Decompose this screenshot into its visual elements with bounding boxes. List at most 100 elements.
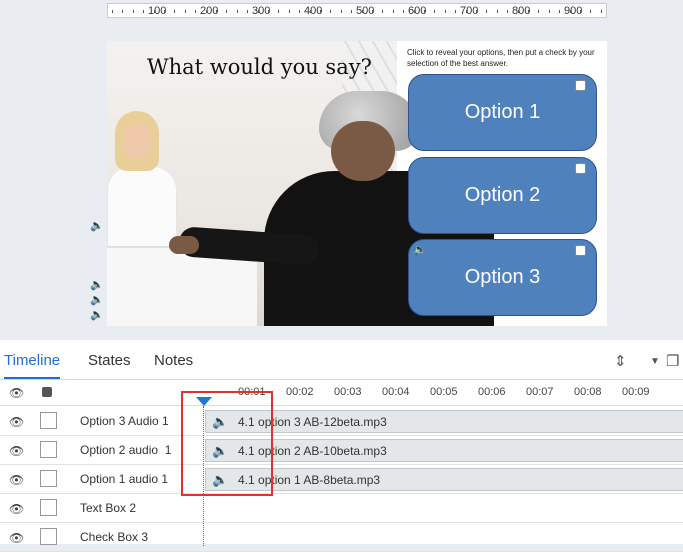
time-label: 00:03 [334, 386, 362, 398]
tab-notes[interactable]: Notes [154, 352, 193, 369]
ruler-tick [112, 10, 113, 13]
lock-checkbox[interactable] [40, 499, 57, 516]
ruler-tick [205, 10, 207, 13]
option-2-label: Option 2 [464, 184, 541, 206]
option-1-checkbox[interactable] [575, 80, 586, 91]
tab-states[interactable]: States [88, 352, 131, 369]
ruler-tick [268, 10, 269, 13]
option-3-button[interactable]: Option 3 [408, 239, 597, 316]
ruler-tick [361, 10, 363, 13]
option-3-label: Option 3 [464, 266, 541, 288]
ruler-tick [216, 10, 217, 13]
timeline-row[interactable]: 👁 Check Box 3 [0, 523, 683, 552]
speaker-icon[interactable]: 🔈 [90, 278, 104, 291]
ruler-tick [392, 10, 394, 13]
audio-clip[interactable]: 🔈 4.1 option 3 AB-12beta.mp3 [205, 410, 683, 433]
ruler-tick [548, 10, 550, 13]
ruler-tick [226, 10, 228, 13]
ruler-tick [184, 10, 186, 13]
ruler-tick [247, 10, 249, 13]
restore-window-icon[interactable]: ❐ [666, 352, 679, 370]
receptionist-face [123, 123, 151, 159]
ruler-tick [424, 10, 425, 13]
ruler-tick [132, 10, 134, 13]
layer-name[interactable]: Option 2 audio 1 [80, 443, 171, 457]
timeline-row[interactable]: 👁 Option 3 Audio 1 🔈 4.1 option 3 AB-12b… [0, 407, 683, 436]
time-label: 00:05 [430, 386, 458, 398]
layer-name[interactable]: Check Box 3 [80, 530, 148, 544]
ruler-tick [538, 10, 540, 13]
slide-canvas[interactable]: What would you say? Click to reveal your… [107, 41, 607, 326]
ruler-tick [517, 10, 519, 13]
lock-checkbox[interactable] [40, 470, 57, 487]
eye-icon[interactable]: 👁 [9, 444, 24, 458]
ruler-tick [320, 10, 321, 13]
horizontal-ruler: 100 200 300 400 500 600 700 800 900 [107, 3, 607, 18]
lock-icon[interactable] [42, 387, 52, 397]
chevron-down-icon[interactable]: ▼ [650, 356, 660, 367]
layer-name[interactable]: Option 1 audio 1 [80, 472, 168, 486]
ruler-tick [195, 10, 197, 13]
ruler-tick [465, 10, 467, 13]
character-hand [169, 236, 199, 254]
ruler-tick [434, 10, 436, 13]
time-label: 00:02 [286, 386, 314, 398]
lock-checkbox[interactable] [40, 441, 57, 458]
speaker-icon[interactable]: 🔈 [90, 308, 104, 321]
instruction-text[interactable]: Click to reveal your options, then put a… [407, 47, 603, 69]
option-3-checkbox[interactable] [575, 245, 586, 256]
ruler-tick [309, 10, 311, 13]
timeline-row[interactable]: 👁 Option 2 audio 1 🔈 4.1 option 2 AB-10b… [0, 436, 683, 465]
ruler-tick [413, 10, 415, 13]
ruler-tick [382, 10, 384, 13]
time-label: 00:04 [382, 386, 410, 398]
tab-timeline[interactable]: Timeline [4, 352, 61, 379]
timeline-row[interactable]: 👁 Text Box 2 [0, 494, 683, 523]
highlight-box [181, 391, 273, 496]
ruler-tick [600, 10, 602, 13]
time-label: 00:06 [478, 386, 506, 398]
layer-name[interactable]: Option 3 Audio 1 [80, 414, 169, 428]
ruler-tick [496, 10, 498, 13]
character-face [331, 121, 395, 181]
timeline-header: 👁 00:01 00:02 00:03 00:04 00:05 00:06 00… [0, 380, 683, 406]
ruler-tick [288, 10, 290, 13]
eye-icon[interactable]: 👁 [9, 473, 24, 487]
ruler-tick [476, 10, 477, 13]
ruler-tick [444, 10, 446, 13]
eye-icon[interactable]: 👁 [9, 415, 24, 429]
speaker-icon[interactable]: 🔈 [413, 243, 427, 256]
ruler-tick [164, 10, 165, 13]
ruler-tick [236, 10, 238, 13]
ruler-tick [528, 10, 529, 13]
ruler-tick [278, 10, 280, 13]
eye-icon[interactable]: 👁 [9, 531, 24, 545]
option-1-label: Option 1 [464, 101, 541, 123]
ruler-tick [174, 10, 176, 13]
option-2-checkbox[interactable] [575, 163, 586, 174]
lock-checkbox[interactable] [40, 528, 57, 545]
receptionist-figure [107, 166, 177, 256]
ruler-tick [559, 10, 561, 13]
eye-icon[interactable]: 👁 [9, 502, 24, 516]
ruler-tick [590, 10, 592, 13]
eye-icon[interactable]: 👁 [9, 386, 24, 400]
speaker-icon[interactable]: 🔈 [90, 293, 104, 306]
ruler-tick [372, 10, 373, 13]
slide-title[interactable]: What would you say? [147, 55, 372, 79]
layer-name[interactable]: Text Box 2 [80, 501, 136, 515]
audio-clip[interactable]: 🔈 4.1 option 2 AB-10beta.mp3 [205, 439, 683, 462]
align-icon[interactable]: ⇕ [614, 352, 627, 370]
timeline-row[interactable]: 👁 Option 1 audio 1 🔈 4.1 option 1 AB-8be… [0, 465, 683, 494]
time-label: 00:07 [526, 386, 554, 398]
timeline-panel: Timeline States Notes ⇕ ▼ ❐ 👁 00:01 00:0… [0, 340, 683, 552]
option-2-button[interactable]: Option 2 [408, 157, 597, 234]
audio-clip[interactable]: 🔈 4.1 option 1 AB-8beta.mp3 [205, 468, 683, 491]
speaker-icon[interactable]: 🔈 [90, 219, 104, 232]
time-label: 00:08 [574, 386, 602, 398]
ruler-tick [455, 10, 457, 13]
ruler-tick [351, 10, 353, 13]
option-1-button[interactable]: Option 1 [408, 74, 597, 151]
lock-checkbox[interactable] [40, 412, 57, 429]
ruler-tick [569, 10, 571, 13]
